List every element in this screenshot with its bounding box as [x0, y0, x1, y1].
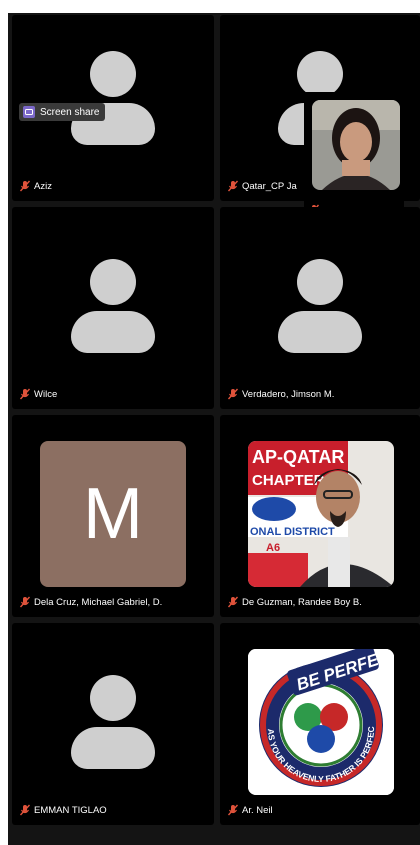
participant-tile-wilce[interactable]: Wilce: [12, 207, 214, 409]
banner-line-1: AP-QATAR: [252, 447, 344, 467]
participant-name: Verdadero, Jimson M.: [227, 388, 334, 400]
banner-line-4: A6: [266, 542, 280, 554]
mic-muted-icon: [19, 804, 31, 816]
participant-tile-de-guzman[interactable]: AP-QATAR CHAPTER ONAL DISTRICT A6 De Guz…: [220, 415, 420, 617]
mic-muted-icon: [19, 596, 31, 608]
self-view-thumbnail[interactable]: [304, 92, 404, 218]
participant-name: Dela Cruz, Michael Gabriel, D.: [19, 596, 162, 608]
participant-name: Qatar_CP Ja: [227, 180, 297, 192]
screen-share-icon: [23, 106, 35, 118]
mic-muted-icon: [19, 388, 31, 400]
screen-share-badge[interactable]: Screen share: [19, 103, 105, 121]
default-avatar-icon: [275, 259, 365, 355]
mic-muted-icon: [227, 180, 239, 192]
default-avatar-icon: [68, 259, 158, 355]
initial-avatar: M: [40, 441, 186, 587]
participant-tile-ar-neil[interactable]: BE PERFECT AS YOUR HEAVENLY FATHER IS PE…: [220, 623, 420, 825]
default-avatar-icon: [68, 51, 158, 147]
participant-name: Ar. Neil: [227, 804, 273, 816]
default-avatar-icon: [68, 675, 158, 771]
participant-name: EMMAN TIGLAO: [19, 804, 107, 816]
screen-share-label: Screen share: [40, 107, 99, 118]
mic-muted-icon: [227, 388, 239, 400]
mic-muted-icon: [227, 804, 239, 816]
be-perfect-logo: BE PERFECT AS YOUR HEAVENLY FATHER IS PE…: [248, 649, 394, 795]
participant-tile-dela-cruz[interactable]: M Dela Cruz, Michael Gabriel, D.: [12, 415, 214, 617]
mic-muted-icon: [227, 596, 239, 608]
participant-name: De Guzman, Randee Boy B.: [227, 596, 362, 608]
video-grid: Aziz Screen share Qatar_CP Ja: [8, 13, 420, 845]
self-view-photo: [312, 100, 400, 190]
banner-line-2: CHAPTER: [252, 472, 325, 489]
participant-name: Aziz: [19, 180, 52, 192]
participant-tile-verdadero[interactable]: Verdadero, Jimson M.: [220, 207, 420, 409]
banner-line-3: ONAL DISTRICT: [250, 526, 335, 538]
mic-muted-icon: [19, 180, 31, 192]
participant-name: Wilce: [19, 388, 57, 400]
participant-tile-emman-tiglao[interactable]: EMMAN TIGLAO: [12, 623, 214, 825]
participant-photo: AP-QATAR CHAPTER ONAL DISTRICT A6: [248, 441, 394, 587]
